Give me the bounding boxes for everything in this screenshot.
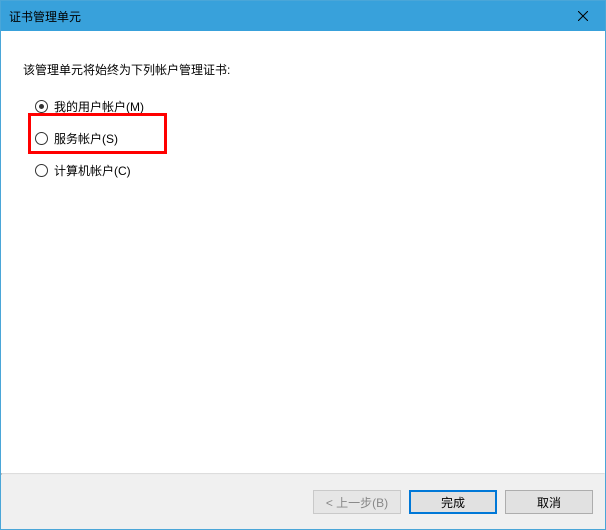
radio-icon xyxy=(35,164,48,177)
wizard-window: 证书管理单元 该管理单元将始终为下列帐户管理证书: 我的用户帐户(M) 服务帐户… xyxy=(0,0,606,530)
radio-my-user-account[interactable]: 我的用户帐户(M) xyxy=(35,96,583,116)
cancel-button[interactable]: 取消 xyxy=(505,490,593,514)
back-button: < 上一步(B) xyxy=(313,490,401,514)
radio-label: 服务帐户(S) xyxy=(54,130,118,147)
account-options: 我的用户帐户(M) 服务帐户(S) 计算机帐户(C) xyxy=(23,96,583,180)
close-button[interactable] xyxy=(560,1,605,31)
radio-icon xyxy=(35,132,48,145)
wizard-body: 该管理单元将始终为下列帐户管理证书: 我的用户帐户(M) 服务帐户(S) 计算机… xyxy=(1,31,605,473)
wizard-footer: < 上一步(B) 完成 取消 xyxy=(1,475,605,529)
radio-service-account[interactable]: 服务帐户(S) xyxy=(35,128,583,148)
window-title: 证书管理单元 xyxy=(1,8,81,25)
radio-computer-account[interactable]: 计算机帐户(C) xyxy=(35,160,583,180)
radio-label: 我的用户帐户(M) xyxy=(54,98,144,115)
finish-button[interactable]: 完成 xyxy=(409,490,497,514)
prompt-text: 该管理单元将始终为下列帐户管理证书: xyxy=(23,61,583,78)
titlebar: 证书管理单元 xyxy=(1,1,605,31)
radio-label: 计算机帐户(C) xyxy=(54,162,131,179)
radio-icon xyxy=(35,100,48,113)
close-icon xyxy=(578,11,588,21)
